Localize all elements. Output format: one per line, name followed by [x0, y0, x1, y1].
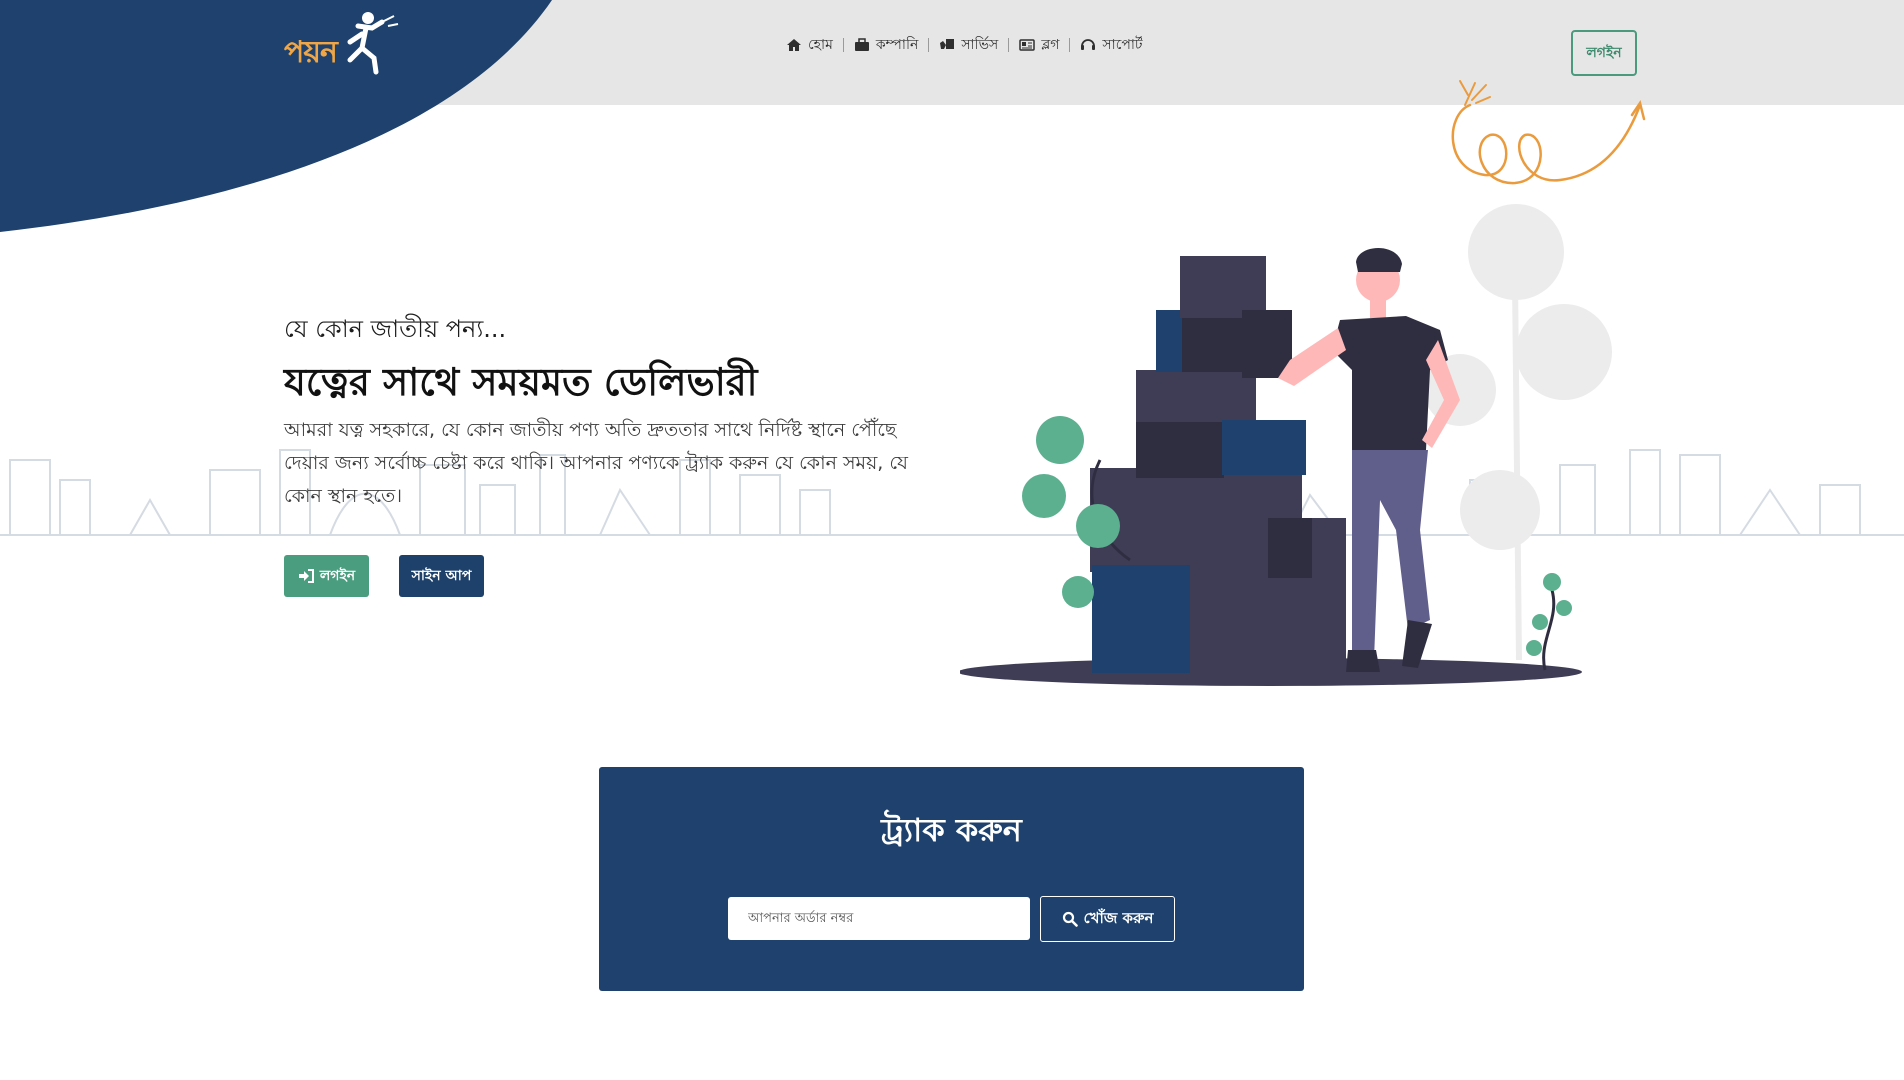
hero-signup-button[interactable]: সাইন আপ: [399, 555, 484, 597]
hero-title: যত্নের সাথে সময়মত ডেলিভারী: [284, 360, 758, 404]
logo[interactable]: পয়ন: [284, 8, 399, 83]
delivery-man-with-boxes-illustration: [960, 204, 1612, 686]
headset-icon: [1081, 39, 1096, 50]
runner-icon: [347, 12, 399, 75]
search-icon: [1062, 911, 1078, 927]
delivery-icon: [940, 39, 955, 49]
tracking-title: ট্র্যাক করুন: [881, 811, 1022, 849]
order-number-input[interactable]: [728, 897, 1030, 940]
nav-item-home[interactable]: হোম: [776, 33, 843, 57]
hero-description: আমরা যত্ন সহকারে, যে কোন জাতীয় পণ্য অতি…: [284, 419, 908, 507]
hero-login-label: লগইন: [319, 568, 356, 584]
hero-login-button[interactable]: লগইন: [284, 555, 369, 597]
nav-item-label: ব্লগ: [1041, 37, 1060, 53]
hero-kicker: যে কোন জাতীয় পন্য...: [284, 315, 507, 343]
newspaper-icon: [1019, 39, 1036, 51]
track-search-button[interactable]: খোঁজ করুন: [1040, 896, 1175, 942]
header-swoosh: [0, 0, 552, 232]
nav-item-label: হোম: [808, 37, 833, 53]
nav-item-company[interactable]: কম্পানি: [844, 33, 928, 57]
header-login-button[interactable]: লগইন: [1571, 30, 1637, 76]
briefcase-icon: [854, 38, 869, 51]
nav-item-blog[interactable]: ব্লগ: [1009, 33, 1069, 57]
nav-item-support[interactable]: সাপোর্ট: [1070, 33, 1152, 57]
nav-item-label: সাপোর্ট: [1102, 37, 1143, 53]
scribble-arrow-decoration: [1451, 80, 1646, 185]
nav-item-service[interactable]: সার্ভিস: [929, 33, 1008, 57]
home-icon: [787, 39, 801, 51]
tracking-panel: ট্র্যাক করুন খোঁজ করুন: [599, 767, 1304, 991]
nav-item-label: কম্পানি: [875, 37, 919, 53]
track-search-label: খোঁজ করুন: [1083, 908, 1154, 927]
main-nav: হোম কম্পানি সার্ভিস ব্লগ সাপোর্ট: [776, 32, 1153, 58]
sign-in-icon: [298, 569, 314, 583]
nav-item-label: সার্ভিস: [961, 37, 999, 53]
